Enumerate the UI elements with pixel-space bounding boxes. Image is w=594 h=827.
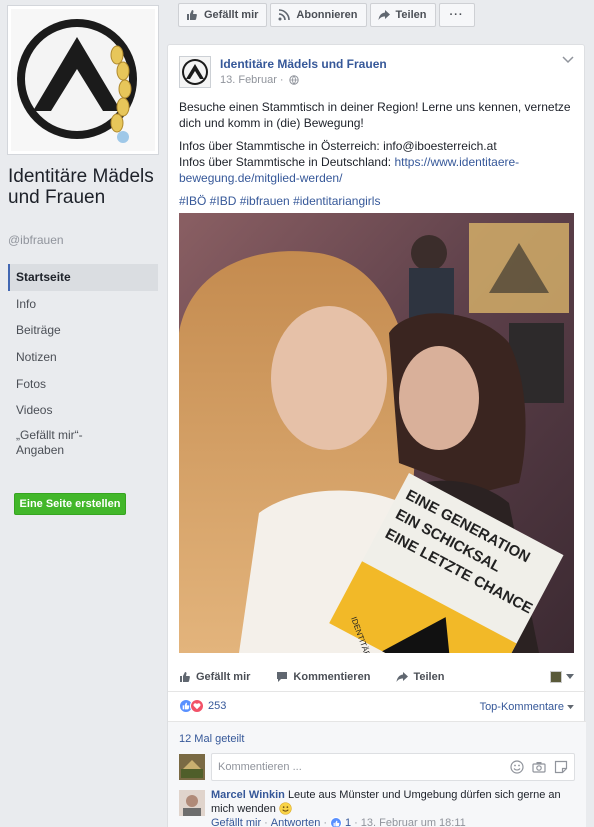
post-actions: Gefällt mir Kommentieren Teilen [179, 665, 574, 689]
post-share-button[interactable]: Teilen [396, 671, 444, 683]
post-text-germany: Infos über Stammtische in Deutschland: [179, 155, 395, 169]
comment-meta: Gefällt mir · Antworten · 1 · 13. Februa… [211, 817, 466, 827]
rss-icon [277, 8, 291, 22]
post-like-button[interactable]: Gefällt mir [179, 671, 250, 683]
profile-picture[interactable] [7, 5, 159, 155]
post-text-info: Infos über Stammtische in Österreich: in… [179, 138, 574, 186]
post-author-name[interactable]: Identitäre Mädels und Frauen [220, 57, 387, 71]
comment-like-count[interactable]: 1 [345, 817, 351, 827]
reaction-count: 253 [208, 700, 227, 712]
sticker-icon[interactable] [554, 760, 568, 777]
more-options-button[interactable]: ··· [438, 3, 475, 27]
thumbs-up-icon [179, 671, 191, 683]
caret-down-icon [567, 705, 574, 710]
commenter-avatar [179, 754, 205, 780]
sidebar-item-startseite[interactable]: Startseite [8, 264, 158, 291]
like-page-button[interactable]: Gefällt mir [178, 3, 268, 27]
comment-author-name[interactable]: Marcel Winkin [211, 789, 285, 801]
post-date[interactable]: 13. Februar · [220, 74, 284, 86]
comment-input-tools [510, 760, 568, 777]
page-avatar-thumb [550, 671, 562, 683]
post-card: Identitäre Mädels und Frauen 13. Februar… [167, 44, 586, 827]
page-action-bar: Gefällt mir Abonnieren Teilen ··· [178, 3, 475, 27]
separator-dot: · [354, 817, 358, 827]
share-page-button[interactable]: Teilen [369, 3, 436, 27]
page-handle: @ibfrauen [8, 233, 64, 247]
emoji-icon[interactable] [510, 760, 524, 777]
like-reaction-icon [330, 817, 342, 827]
globe-icon [288, 75, 299, 88]
post-text-austria: Infos über Stammtische in Österreich: in… [179, 139, 497, 153]
comments-section: 12 Mal geteilt Kommentieren ... Marcel W… [168, 721, 586, 827]
follow-button[interactable]: Abonnieren [270, 3, 367, 27]
post-photo[interactable]: EINE GENERATION EIN SCHICKSAL EINE LETZT… [179, 213, 574, 653]
comment-author-avatar[interactable] [179, 790, 205, 816]
page-title: Identitäre Mädels und Frauen [8, 166, 154, 208]
sidebar-item-likes[interactable]: „Gefällt mir“-Angaben [8, 424, 88, 472]
sidebar-item-fotos[interactable]: Fotos [8, 371, 158, 398]
top-comments-filter[interactable]: Top-Kommentare [480, 701, 574, 713]
sidebar-nav: Startseite Info Beiträge Notizen Fotos V… [8, 264, 158, 472]
logo-image [11, 9, 155, 151]
separator-dot: · [323, 817, 327, 827]
comment-icon [276, 671, 288, 683]
caret-down-icon [566, 671, 574, 683]
post-text-intro: Besuche einen Stammtisch in deiner Regio… [179, 100, 571, 130]
posting-as-selector[interactable] [550, 671, 574, 683]
share-arrow-icon [377, 8, 391, 22]
like-page-label: Gefällt mir [204, 9, 259, 21]
post-timestamp: 13. Februar · [220, 74, 299, 88]
separator-dot: · [264, 817, 268, 827]
post-share-label: Teilen [413, 671, 445, 683]
sidebar-item-videos[interactable]: Videos [8, 397, 158, 424]
post-author-avatar[interactable] [179, 56, 211, 88]
create-page-button[interactable]: Eine Seite erstellen [14, 493, 126, 515]
love-reaction-icon [190, 699, 204, 713]
post-body: Besuche einen Stammtisch in deiner Regio… [179, 99, 574, 216]
actions-divider [168, 691, 586, 692]
comment-reply-link[interactable]: Antworten [271, 817, 321, 827]
top-comments-label: Top-Kommentare [479, 701, 564, 713]
reaction-summary[interactable]: 253 [179, 699, 226, 713]
share-page-label: Teilen [395, 9, 427, 21]
sidebar-item-notizen[interactable]: Notizen [8, 344, 158, 371]
post-hashtags[interactable]: #IBÖ #IBD #ibfrauen #identitariangirls [179, 193, 574, 209]
follow-label: Abonnieren [296, 9, 358, 21]
post-options-chevron-icon[interactable] [562, 55, 574, 67]
post-comment-label: Kommentieren [293, 671, 371, 683]
shares-count[interactable]: 12 Mal geteilt [179, 733, 244, 745]
left-column: Identitäre Mädels und Frauen @ibfrauen S… [0, 0, 166, 827]
share-arrow-icon [396, 671, 409, 683]
camera-icon[interactable] [532, 760, 546, 777]
comment-input[interactable]: Kommentieren ... [211, 753, 575, 781]
sidebar-item-beitraege[interactable]: Beiträge [8, 317, 158, 344]
thumbs-up-icon [185, 8, 199, 22]
comment-like-link[interactable]: Gefällt mir [211, 817, 261, 827]
comment-body: Marcel Winkin Leute aus Münster und Umge… [211, 788, 561, 819]
comment-time[interactable]: 13. Februar um 18:11 [361, 817, 466, 827]
post-like-label: Gefällt mir [196, 671, 251, 683]
comment-placeholder: Kommentieren ... [218, 761, 302, 773]
post-comment-button[interactable]: Kommentieren [276, 671, 370, 683]
sidebar-item-info[interactable]: Info [8, 291, 158, 318]
